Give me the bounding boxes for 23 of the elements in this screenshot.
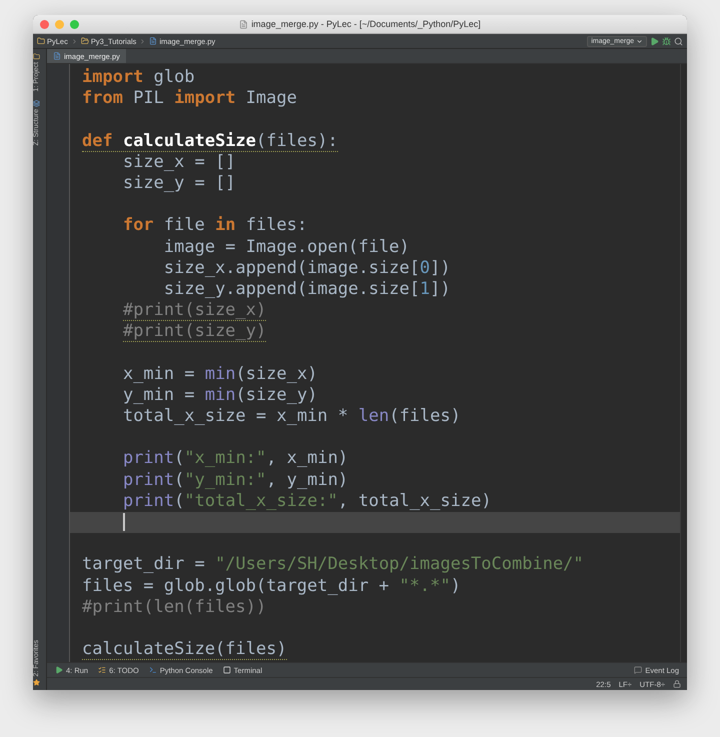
checklist-icon	[98, 666, 106, 674]
star-icon	[33, 679, 40, 686]
folder-icon	[37, 37, 45, 45]
chevron-icon	[139, 38, 146, 44]
console-icon	[148, 666, 157, 674]
chevron-icon	[70, 38, 78, 44]
folder-icon	[33, 53, 40, 60]
speech-bubble-icon	[634, 666, 642, 674]
folder-icon	[80, 37, 89, 45]
caret-icon	[636, 38, 643, 44]
debug-icon[interactable]	[662, 36, 671, 46]
python-file-icon	[149, 37, 158, 45]
search-icon[interactable]	[674, 36, 683, 46]
run-icon	[55, 666, 63, 674]
text-cursor	[122, 513, 125, 532]
file-icon	[239, 20, 248, 28]
close-button[interactable]	[40, 20, 49, 28]
structure-icon	[33, 100, 40, 107]
lock-icon[interactable]	[673, 680, 681, 688]
window-title: image_merge.py - PyLec - [~/Documents/_Python/PyLec]	[251, 19, 481, 29]
terminal-icon	[222, 666, 231, 674]
python-file-icon	[53, 52, 61, 60]
run-icon[interactable]	[650, 36, 659, 46]
